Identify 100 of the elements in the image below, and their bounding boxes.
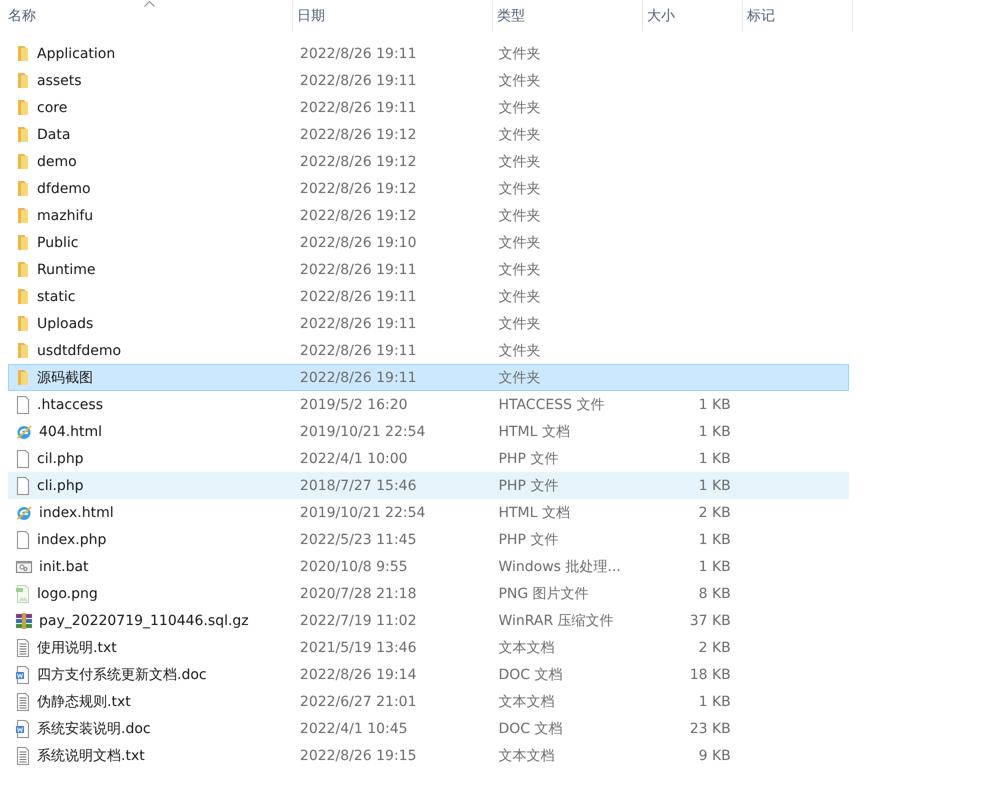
document-icon — [15, 666, 31, 684]
file-name: 404.html — [39, 424, 102, 440]
date-modified: 2019/5/2 16:20 — [300, 396, 408, 412]
file-row[interactable]: 源码截图 2022/8/26 19:11 文件夹 — [8, 364, 849, 391]
file-row[interactable]: Runtime 2022/8/26 19:11 文件夹 — [8, 256, 849, 283]
file-row[interactable]: static 2022/8/26 19:11 文件夹 — [8, 283, 849, 310]
file-name: 四方支付系统更新文档.doc — [37, 666, 207, 684]
file-name: index.html — [39, 504, 114, 520]
column-header[interactable]: 名称 — [0, 0, 293, 32]
file-row[interactable]: 404.html 2019/10/21 22:54 HTML 文档 1 KB — [8, 418, 849, 445]
folder-icon — [18, 235, 28, 250]
date-modified: 2022/8/26 19:14 — [300, 666, 416, 682]
file-name: usdtdfdemo — [37, 342, 122, 358]
file-row[interactable]: 伪静态规则.txt 2022/6/27 21:01 文本文档 1 KB — [8, 688, 849, 715]
file-type: 文件夹 — [498, 206, 540, 224]
file-row[interactable]: Data 2022/8/26 19:12 文件夹 — [8, 121, 849, 148]
file-row[interactable]: cil.php 2022/4/1 10:00 PHP 文件 1 KB — [8, 445, 849, 472]
file-name: 源码截图 — [37, 368, 93, 386]
date-modified: 2022/8/26 19:11 — [300, 316, 416, 332]
file-name: init.bat — [39, 558, 89, 574]
column-header[interactable]: 大小 — [643, 0, 743, 32]
column-header[interactable]: 标记 — [743, 0, 853, 32]
date-modified: 2022/8/26 19:11 — [300, 100, 416, 116]
date-modified: 2022/8/26 19:11 — [300, 288, 416, 304]
folder-icon — [18, 100, 28, 115]
file-size: 37 KB — [690, 612, 731, 628]
date-modified: 2022/8/26 19:11 — [300, 262, 416, 278]
file-size: 23 KB — [690, 720, 731, 736]
file-row[interactable]: logo.png 2020/7/28 21:18 PNG 图片文件 8 KB — [8, 580, 849, 607]
folder-icon — [18, 262, 28, 277]
folder-icon — [18, 154, 28, 169]
file-type: HTACCESS 文件 — [498, 396, 604, 414]
folder-icon — [18, 73, 28, 88]
file-row[interactable]: init.bat 2020/10/8 9:55 Windows 批处理... 1 KB — [8, 553, 849, 580]
image-file-icon — [15, 584, 31, 602]
file-type: 文本文档 — [498, 692, 554, 710]
file-row[interactable]: core 2022/8/26 19:11 文件夹 — [8, 94, 849, 121]
file-row[interactable]: Uploads 2022/8/26 19:11 文件夹 — [8, 310, 849, 337]
folder-icon — [18, 289, 28, 304]
date-modified: 2022/8/26 19:11 — [300, 370, 416, 386]
file-size: 1 KB — [698, 558, 731, 574]
file-name: cli.php — [37, 478, 84, 494]
folder-icon — [18, 370, 28, 385]
date-modified: 2022/8/26 19:12 — [300, 180, 416, 196]
date-modified: 2022/8/26 19:12 — [300, 154, 416, 170]
file-row[interactable]: mazhifu 2022/8/26 19:12 文件夹 — [8, 202, 849, 229]
text-file-icon — [15, 692, 31, 710]
file-row[interactable]: index.php 2022/5/23 11:45 PHP 文件 1 KB — [8, 526, 849, 553]
file-row[interactable]: assets 2022/8/26 19:11 文件夹 — [8, 67, 849, 94]
date-modified: 2021/5/19 13:46 — [300, 640, 416, 656]
date-modified: 2022/8/26 19:10 — [300, 234, 416, 250]
date-modified: 2022/8/26 19:11 — [300, 72, 416, 88]
file-row[interactable]: index.html 2019/10/21 22:54 HTML 文档 2 KB — [8, 499, 849, 526]
file-name: mazhifu — [37, 208, 94, 224]
file-name: 系统说明文档.txt — [37, 746, 145, 764]
file-name: assets — [37, 72, 82, 88]
file-row[interactable]: demo 2022/8/26 19:12 文件夹 — [8, 148, 849, 175]
file-name: 系统安装说明.doc — [37, 720, 151, 738]
date-modified: 2020/7/28 21:18 — [300, 586, 416, 602]
file-name: 伪静态规则.txt — [37, 692, 131, 710]
file-size: 1 KB — [698, 532, 731, 548]
date-modified: 2022/8/26 19:12 — [300, 208, 416, 224]
file-row[interactable]: usdtdfdemo 2022/8/26 19:11 文件夹 — [8, 337, 849, 364]
archive-books-icon — [15, 612, 33, 630]
file-name: Public — [37, 234, 78, 250]
file-type: 文本文档 — [498, 638, 554, 656]
file-icon — [15, 476, 31, 494]
file-row[interactable]: 使用说明.txt 2021/5/19 13:46 文本文档 2 KB — [8, 634, 849, 661]
file-type: PNG 图片文件 — [498, 584, 589, 602]
file-type: 文件夹 — [498, 72, 540, 90]
file-type: HTML 文档 — [498, 504, 570, 522]
file-row[interactable]: Public 2022/8/26 19:10 文件夹 — [8, 229, 849, 256]
file-name: Uploads — [37, 316, 94, 332]
date-modified: 2022/4/1 10:45 — [300, 720, 408, 736]
file-name: demo — [37, 154, 77, 170]
file-size: 1 KB — [698, 478, 731, 494]
file-row[interactable]: .htaccess 2019/5/2 16:20 HTACCESS 文件 1 KB — [8, 391, 849, 418]
file-icon — [15, 530, 31, 548]
file-type: WinRAR 压缩文件 — [498, 612, 614, 630]
file-row[interactable]: pay_20220719_110446.sql.gz 2022/7/19 11:02 WinRAR 压缩文件 37 KB — [8, 607, 849, 634]
file-row[interactable]: 四方支付系统更新文档.doc 2022/8/26 19:14 DOC 文档 18 KB — [8, 661, 849, 688]
file-type: HTML 文档 — [498, 422, 570, 440]
file-row[interactable]: Application 2022/8/26 19:11 文件夹 — [8, 40, 849, 67]
folder-icon — [18, 181, 28, 196]
date-modified: 2022/7/19 11:02 — [300, 612, 416, 628]
file-row[interactable]: 系统安装说明.doc 2022/4/1 10:45 DOC 文档 23 KB — [8, 715, 849, 742]
folder-icon — [18, 316, 28, 331]
file-row[interactable]: 系统说明文档.txt 2022/8/26 19:15 文本文档 9 KB — [8, 742, 849, 769]
column-header[interactable]: 日期 — [293, 0, 493, 32]
file-row[interactable]: cli.php 2018/7/27 15:46 PHP 文件 1 KB — [8, 472, 849, 499]
file-type: 文件夹 — [498, 260, 540, 278]
file-row[interactable]: dfdemo 2022/8/26 19:12 文件夹 — [8, 175, 849, 202]
gear-window-icon — [15, 558, 33, 574]
column-header[interactable]: 类型 — [493, 0, 643, 32]
file-type: 文件夹 — [498, 152, 540, 170]
file-name: index.php — [37, 532, 106, 548]
date-modified: 2022/6/27 21:01 — [300, 694, 416, 710]
text-file-icon — [15, 746, 31, 764]
file-type: PHP 文件 — [498, 530, 558, 548]
file-type: PHP 文件 — [498, 450, 558, 468]
